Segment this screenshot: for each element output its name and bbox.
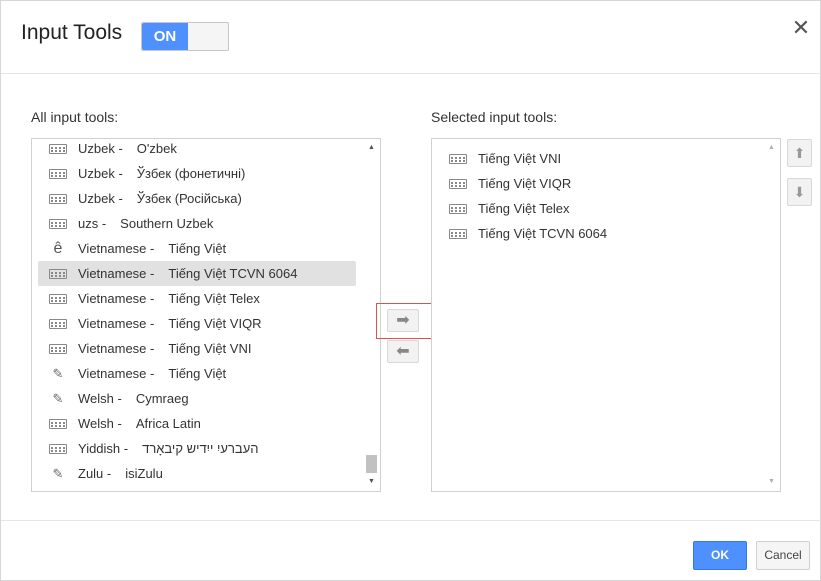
language-label: Yiddish - [78,441,129,456]
selected-input-tools-list[interactable]: Tiếng Việt VNI Tiếng Việt VIQR Tiếng Việt … [431,138,781,492]
language-label: Vietnamese - [78,266,155,281]
tool-name-label: Ўзбек (Російська) [136,191,242,206]
tool-name-label: Tiếng Việt [168,241,227,256]
pencil-icon: ✎ [52,390,64,406]
language-label: Vietnamese - [78,291,155,306]
keyboard-icon [48,167,68,181]
toggle-on-label: ON [142,23,188,50]
keyboard-icon [448,177,468,191]
scroll-down-arrow-icon[interactable]: ▼ [363,475,380,489]
all-tools-list-item[interactable]: ê Vietnamese - Tiếng Việt [38,236,356,261]
all-tools-list-item[interactable]: Uzbek - O'zbek [38,139,356,161]
keyboard-icon [48,192,68,206]
pencil-icon: ✎ [52,465,64,481]
input-tools-dialog: Input Tools ON ✕ All input tools: Select… [0,0,821,581]
keyboard-icon [448,202,468,216]
add-arrow-button[interactable]: ➡ [387,309,419,332]
all-tools-list-item[interactable]: Vietnamese - Tiếng Việt Telex [38,286,356,311]
close-icon[interactable]: ✕ [790,17,812,39]
all-tools-list-item[interactable]: ✎ Zulu - isiZulu [38,461,356,486]
keyboard-icon [48,342,68,356]
language-label: Vietnamese - [78,316,155,331]
keyboard-icon [448,227,468,241]
tool-name-label: Tiếng Việt [168,366,227,381]
selected-tools-list-item[interactable]: Tiếng Việt VNI [438,146,756,171]
tool-name-label: Tiếng Việt TCVN 6064 [478,226,608,241]
keyboard-icon [48,417,68,431]
tool-name-label: Tiếng Việt TCVN 6064 [168,266,298,281]
language-label: Uzbek - [78,141,123,156]
tool-name-label: Tiếng Việt VNI [168,341,252,356]
language-label: Vietnamese - [78,366,155,381]
language-label: Welsh - [78,416,122,431]
tool-name-label: Africa Latin [135,416,201,431]
tool-name-label: העברעיִ ייִדיש קיבאָרד [142,441,259,456]
keyboard-icon [48,317,68,331]
tool-name-label: Cymraeg [135,391,189,406]
all-tools-list-item[interactable]: Uzbek - Ўзбек (Російська) [38,186,356,211]
language-label: Uzbek - [78,166,123,181]
all-tools-list-item[interactable]: Uzbek - Ўзбек (фонетичні) [38,161,356,186]
all-tools-list-item[interactable]: Welsh - Africa Latin [38,411,356,436]
selected-tools-list-item[interactable]: Tiếng Việt VIQR [438,171,756,196]
ok-button[interactable]: OK [693,541,747,570]
tool-name-label: Tiếng Việt VIQR [168,316,262,331]
tool-name-label: Tiếng Việt VNI [478,151,562,166]
footer-divider [1,520,821,521]
remove-arrow-button[interactable]: ⬅ [387,340,419,363]
selected-list-scrollbar[interactable]: ▲ ▼ [763,139,780,491]
tool-name-label: Ўзбек (фонетичні) [136,166,246,181]
keyboard-icon [48,292,68,306]
tool-name-label: Tiếng Việt Telex [168,291,260,306]
all-tools-list-item[interactable]: ✎ Vietnamese - Tiếng Việt [38,361,356,386]
tool-name-label: O'zbek [136,141,177,156]
all-tools-list-item[interactable]: Vietnamese - Tiếng Việt VIQR [38,311,356,336]
all-input-tools-list[interactable]: Uzbek - O'zbek Uzbek - Ўзбек (фонетичні) Uzb… [31,138,381,492]
scroll-thumb[interactable] [366,455,377,473]
language-label: Vietnamese - [78,241,155,256]
dialog-title: Input Tools [21,21,123,44]
language-label: Welsh - [78,391,122,406]
all-tools-list-item[interactable]: Vietnamese - Tiếng Việt TCVN 6064 [38,261,356,286]
scroll-down-arrow-icon[interactable]: ▼ [763,475,780,489]
keyboard-icon [48,442,68,456]
language-label: Vietnamese - [78,341,155,356]
all-tools-list-item[interactable]: ✎ Welsh - Cymraeg [38,386,356,411]
tool-name-label: isiZulu [125,466,163,481]
selected-input-tools-label: Selected input tools: [431,109,558,125]
language-label: uzs - [78,216,107,231]
tool-name-label: Tiếng Việt Telex [478,201,570,216]
keyboard-icon [48,142,68,156]
keyboard-icon [448,152,468,166]
language-label: Uzbek - [78,191,123,206]
input-tools-toggle[interactable]: ON [141,22,229,51]
selected-tools-list-item[interactable]: Tiếng Việt Telex [438,196,756,221]
language-label: Zulu - [78,466,112,481]
scroll-up-arrow-icon[interactable]: ▲ [763,141,780,155]
cancel-button[interactable]: Cancel [756,541,810,570]
tool-name-label: Tiếng Việt VIQR [478,176,572,191]
move-up-button[interactable]: ⬆ [787,139,812,167]
tool-name-label: Southern Uzbek [120,216,214,231]
all-tools-list-item[interactable]: Yiddish - העברעיִ ייִדיש קיבאָרד [38,436,356,461]
all-tools-list-item[interactable]: Vietnamese - Tiếng Việt VNI [38,336,356,361]
all-tools-list-item[interactable]: uzs - Southern Uzbek [38,211,356,236]
dialog-header: Input Tools ON ✕ [1,1,821,74]
keyboard-icon [48,217,68,231]
pencil-icon: ✎ [52,365,64,381]
all-input-tools-label: All input tools: [31,109,119,125]
move-down-button[interactable]: ⬇ [787,178,812,206]
keyboard-icon [48,267,68,281]
scroll-up-arrow-icon[interactable]: ▲ [363,141,380,155]
transliteration-icon: ê [53,239,63,257]
selected-tools-list-item[interactable]: Tiếng Việt TCVN 6064 [438,221,756,246]
